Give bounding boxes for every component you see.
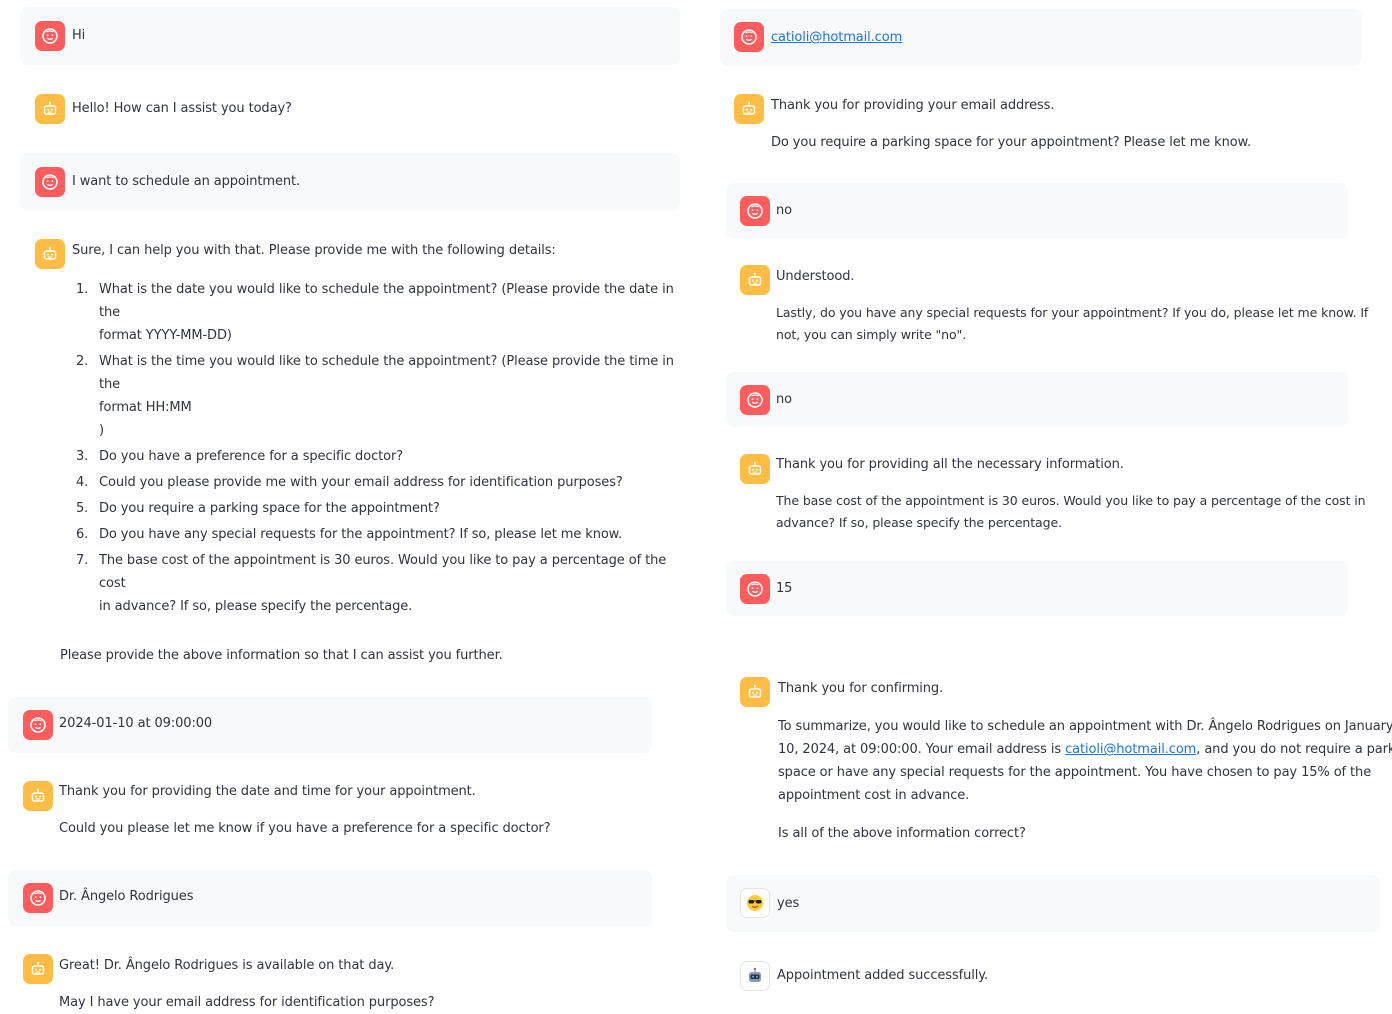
message-text: Thank you for providing the date and tim…	[59, 784, 476, 799]
chat-message-user: no	[726, 183, 1348, 238]
message-text: Lastly, do you have any special requests…	[776, 305, 1369, 320]
list-item: 7. The base cost of the appointment is 30…	[76, 553, 667, 614]
bot-avatar-icon	[23, 781, 53, 811]
user-avatar-icon	[740, 385, 770, 415]
message-text: Hello! How can I assist you today?	[72, 101, 292, 116]
message-text: Great! Dr. Ângelo Rodrigues is available…	[59, 958, 395, 973]
message-text: space or have any special requests for t…	[778, 765, 1372, 780]
message-text: Hi	[72, 28, 86, 43]
chat-message-user: I want to schedule an appointment.	[20, 153, 680, 211]
chat-message-assistant: Understood. Lastly, do you have any spec…	[726, 252, 1368, 352]
list-item: 1. What is the date you would like to sch…	[76, 282, 674, 343]
message-text: Appointment added successfully.	[777, 968, 989, 983]
user-avatar-icon	[35, 21, 65, 51]
robot-emoji-avatar-icon	[740, 961, 770, 991]
details-list: 1. What is the date you would like to sch…	[72, 278, 692, 618]
email-link[interactable]: catioli@hotmail.com	[1065, 742, 1196, 757]
chat-message-user: 15	[726, 561, 1348, 616]
list-item: 3. Do you have a preference for a specifi…	[76, 449, 404, 464]
bot-avatar-icon	[734, 94, 764, 124]
chat-message-assistant: Thank you for confirming. To summarize, …	[726, 663, 1392, 853]
message-text: Thank you for confirming.	[778, 681, 944, 696]
chat-message-user: Hi	[20, 7, 680, 65]
list-item: 5. Do you require a parking space for the…	[76, 501, 440, 516]
chat-message-assistant: Thank you for providing all the necessar…	[726, 441, 1366, 541]
user-avatar-icon	[740, 196, 770, 226]
chat-message-assistant: Sure, I can help you with that. Please p…	[20, 225, 690, 675]
bot-avatar-icon	[35, 94, 65, 124]
message-text: no	[776, 392, 792, 407]
message-text: To summarize, you would like to schedule…	[778, 719, 1392, 734]
message-text: 15	[776, 581, 793, 596]
message-text: advance? If so, please specify the perce…	[776, 515, 1062, 530]
chat-message-assistant: Appointment added successfully.	[726, 947, 1380, 1007]
sunglasses-emoji-avatar-icon	[740, 888, 770, 918]
message-text: yes	[777, 896, 800, 911]
user-avatar-icon	[740, 574, 770, 604]
chat-message-user: Dr. Ângelo Rodrigues	[8, 870, 652, 926]
chat-message-assistant: Thank you for providing your email addre…	[720, 80, 1362, 165]
bot-avatar-icon	[740, 265, 770, 295]
user-avatar-icon	[23, 883, 53, 913]
message-text: appointment cost in advance.	[778, 788, 970, 803]
chat-message-user: catioli@hotmail.com	[720, 9, 1362, 66]
message-text: Understood.	[776, 269, 855, 284]
message-text: Could you please let me know if you have…	[59, 821, 551, 836]
message-text: no	[776, 203, 792, 218]
message-text: Do you require a parking space for your …	[771, 135, 1251, 150]
bot-avatar-icon	[740, 454, 770, 484]
message-text: I want to schedule an appointment.	[72, 174, 301, 189]
message-text: Dr. Ângelo Rodrigues	[59, 889, 194, 904]
message-text: 2024-01-10 at 09:00:00	[59, 716, 213, 731]
message-text: Thank you for providing all the necessar…	[776, 457, 1124, 472]
message-text: Is all of the above information correct?	[778, 826, 1026, 841]
chat-message-user: 2024-01-10 at 09:00:00	[8, 697, 652, 753]
message-text: not, you can simply write "no".	[776, 327, 967, 342]
message-text: Please provide the above information so …	[60, 648, 503, 663]
list-item: 6. Do you have any special requests for t…	[76, 527, 623, 542]
message-text: The base cost of the appointment is 30 e…	[776, 493, 1366, 508]
chat-message-user: no	[726, 372, 1348, 427]
chat-message-assistant: Hello! How can I assist you today?	[20, 80, 680, 138]
list-item: 2. What is the time you would like to sch…	[76, 354, 674, 438]
user-avatar-icon	[35, 167, 65, 197]
list-item: 4. Could you please provide me with your …	[76, 475, 623, 490]
chat-message-assistant: Thank you for providing the date and tim…	[8, 767, 652, 847]
message-text: Sure, I can help you with that. Please p…	[72, 243, 556, 258]
email-link[interactable]: catioli@hotmail.com	[771, 26, 902, 49]
chat-message-user: yes	[726, 875, 1380, 932]
bot-avatar-icon	[35, 239, 65, 269]
chat-message-assistant: Great! Dr. Ângelo Rodrigues is available…	[8, 941, 652, 1012]
bot-avatar-icon	[23, 954, 53, 984]
message-text: Thank you for providing your email addre…	[771, 98, 1055, 113]
message-text: May I have your email address for identi…	[59, 995, 435, 1010]
user-avatar-icon	[23, 710, 53, 740]
bot-avatar-icon	[740, 677, 770, 707]
message-text: 10, 2024, at 09:00:00. Your email addres…	[778, 742, 1392, 757]
user-avatar-icon	[734, 22, 764, 52]
